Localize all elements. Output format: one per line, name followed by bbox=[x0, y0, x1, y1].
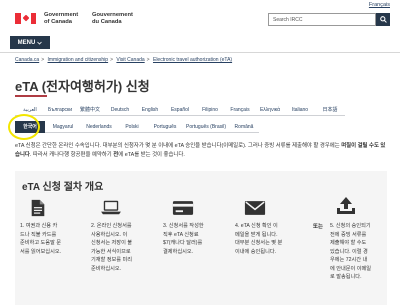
search-input[interactable]: Search IRCC bbox=[268, 13, 376, 26]
step-5-line: 전에 증빙 서류를 bbox=[330, 231, 367, 238]
lang-tab-portuguese[interactable]: Português bbox=[147, 121, 183, 133]
lang-tab-korean[interactable]: 한국어 bbox=[15, 121, 45, 133]
step-1-line: 준비하고 도움말 문 bbox=[20, 240, 62, 246]
step-3-line: 결제하십시오. bbox=[163, 248, 194, 255]
gov-signature-fr[interactable]: Gouvernement du Canada bbox=[92, 12, 133, 26]
language-tabs-row-1: العربية Български 繁體中文 Deutsch English E… bbox=[15, 104, 345, 116]
step-5-line: 제출해야 할 수도 bbox=[330, 240, 367, 246]
step-2-line: 사용하십시오. 이 bbox=[91, 231, 128, 238]
upload-icon bbox=[335, 197, 357, 215]
breadcrumb-link-eta[interactable]: Electronic travel authorization (eTA) bbox=[153, 57, 232, 63]
lang-tab-japanese[interactable]: 日本語 bbox=[315, 104, 345, 116]
search-icon bbox=[379, 16, 387, 23]
menu-label: MENU bbox=[17, 39, 36, 46]
step-4-line: 이내에 승인됩니다. bbox=[235, 248, 277, 255]
lang-tab-french[interactable]: Français bbox=[225, 104, 255, 116]
page-title: eTA (전자여행허가) 신청 bbox=[15, 79, 150, 94]
step-5-line: 우에는 72시간 내 bbox=[330, 257, 368, 263]
intro-paragraph: eTA 신청은 간단한 온라인 수속입니다. 대부분의 신청자가 몇 분 이내에… bbox=[15, 142, 387, 160]
step-3-line: 3. 신청서를 작성한 bbox=[163, 223, 204, 229]
credit-card-icon bbox=[172, 199, 194, 217]
step-4-line: 대부분 신청서는 몇 분 bbox=[235, 240, 283, 246]
step-4-line: 4. eTA 신청 확인 이 bbox=[235, 223, 278, 229]
header-divider bbox=[0, 52, 400, 53]
gov-en-line1: Government bbox=[44, 12, 79, 18]
step-2-line: 가능한 서식이므로 bbox=[91, 248, 131, 255]
lang-tab-dutch[interactable]: Nederlands bbox=[81, 121, 117, 133]
lang-tab-romanian[interactable]: Română bbox=[229, 121, 259, 133]
step-1-text: 1. 여권과 신용 카 드나 직불 카드를 준비하고 도움말 문 서를 읽어보십… bbox=[20, 222, 82, 256]
breadcrumb-link-visit[interactable]: Visit Canada bbox=[116, 57, 144, 63]
language-tabs-row-2: 한국어 Magyarul Nederlands Polski Português… bbox=[15, 121, 259, 133]
gov-fr-line1: Gouvernement bbox=[92, 12, 133, 18]
lang-tab-greek[interactable]: Ελληνικά bbox=[255, 104, 285, 116]
title-underline bbox=[15, 95, 47, 97]
step-5-line: 에 안내문이 이메일 bbox=[330, 265, 372, 272]
lang-tab-chinese-traditional[interactable]: 繁體中文 bbox=[75, 104, 105, 116]
step-5-line: 5. 신청의 승인되기 bbox=[330, 223, 371, 229]
email-icon bbox=[244, 199, 266, 217]
canada-flag-icon bbox=[15, 13, 36, 24]
or-label: 또는 bbox=[313, 224, 323, 230]
step-4-text: 4. eTA 신청 확인 이 메일을 받게 됩니다. 대부분 신청서는 몇 분 … bbox=[235, 222, 303, 256]
gov-signature-en[interactable]: Government of Canada bbox=[44, 12, 78, 26]
chevron-down-icon bbox=[37, 41, 43, 45]
lang-tab-hungarian[interactable]: Magyarul bbox=[45, 121, 81, 133]
lang-tab-italian[interactable]: Italiano bbox=[285, 104, 315, 116]
laptop-icon bbox=[100, 199, 122, 217]
lang-tab-arabic[interactable]: العربية bbox=[15, 104, 45, 116]
lang-tab-bulgarian[interactable]: Български bbox=[45, 104, 75, 116]
step-2-line: 준비하십시오. bbox=[91, 265, 122, 272]
breadcrumb-link-immigration[interactable]: Immigration and citizenship bbox=[48, 57, 109, 63]
lang-tab-spanish[interactable]: Español bbox=[165, 104, 195, 116]
step-1-line: 드나 직불 카드를 bbox=[20, 231, 57, 238]
lang-tab-filipino[interactable]: Filipino bbox=[195, 104, 225, 116]
step-3-text: 3. 신청서를 작성한 직후 eTA 신청료 $7(캐나다 달러)를 결제하십시… bbox=[163, 222, 225, 256]
intro-text-2: 경우에는 bbox=[319, 143, 342, 149]
step-1-line: 서를 읽어보십시오. bbox=[20, 248, 62, 255]
step-2-line: 기재할 정보를 미리 bbox=[91, 257, 133, 263]
lang-tab-polish[interactable]: Polski bbox=[117, 121, 147, 133]
breadcrumb-link-canada[interactable]: Canada.ca bbox=[15, 57, 39, 63]
step-5-line: 로 발송됩니다. bbox=[330, 274, 362, 280]
step-2-text: 2. 온라인 신청서를 사용하십시오. 이 신청서는 저장이 불 가능한 서식이… bbox=[91, 222, 155, 273]
step-2-line: 2. 온라인 신청서를 bbox=[91, 223, 132, 229]
steps-panel-title: eTA 신청 절차 개요 bbox=[22, 182, 104, 193]
step-3-line: $7(캐나다 달러)를 bbox=[163, 240, 203, 246]
step-5-text: 5. 신청의 승인되기 전에 증빙 서류를 제출해야 할 수도 있습니다. 이럴… bbox=[330, 222, 386, 282]
step-2-line: 신청서는 저장이 불 bbox=[91, 240, 133, 246]
gov-en-line2: of Canada bbox=[44, 19, 73, 25]
lang-tab-english[interactable]: English bbox=[135, 104, 165, 116]
intro-text-3: . 따라서 캐나다행 항공편을 예약하기 bbox=[29, 151, 114, 158]
step-3-line: 직후 eTA 신청료 bbox=[163, 231, 199, 238]
menu-button[interactable]: MENU bbox=[10, 36, 50, 49]
intro-text-1: eTA 신청은 간단한 온라인 수속입니다. 대부분의 신청자가 몇 분 이내에… bbox=[15, 143, 319, 149]
step-4-line: 메일을 받게 됩니다. bbox=[235, 231, 278, 238]
language-toggle-link[interactable]: Français bbox=[369, 2, 390, 8]
breadcrumb: Canada.ca > Immigration and citizenship > … bbox=[15, 57, 233, 63]
step-5-line: 있습니다. 이럴 경 bbox=[330, 248, 368, 255]
document-icon bbox=[27, 199, 49, 217]
intro-text-4: 에 eTA를 받는 것이 좋습니다. bbox=[118, 151, 185, 158]
lang-tab-portuguese-brazil[interactable]: Português (Brasil) bbox=[183, 121, 229, 133]
search-button[interactable] bbox=[376, 13, 390, 26]
lang-tab-german[interactable]: Deutsch bbox=[105, 104, 135, 116]
gov-fr-line2: du Canada bbox=[92, 19, 122, 25]
step-1-line: 1. 여권과 신용 카 bbox=[20, 223, 58, 229]
